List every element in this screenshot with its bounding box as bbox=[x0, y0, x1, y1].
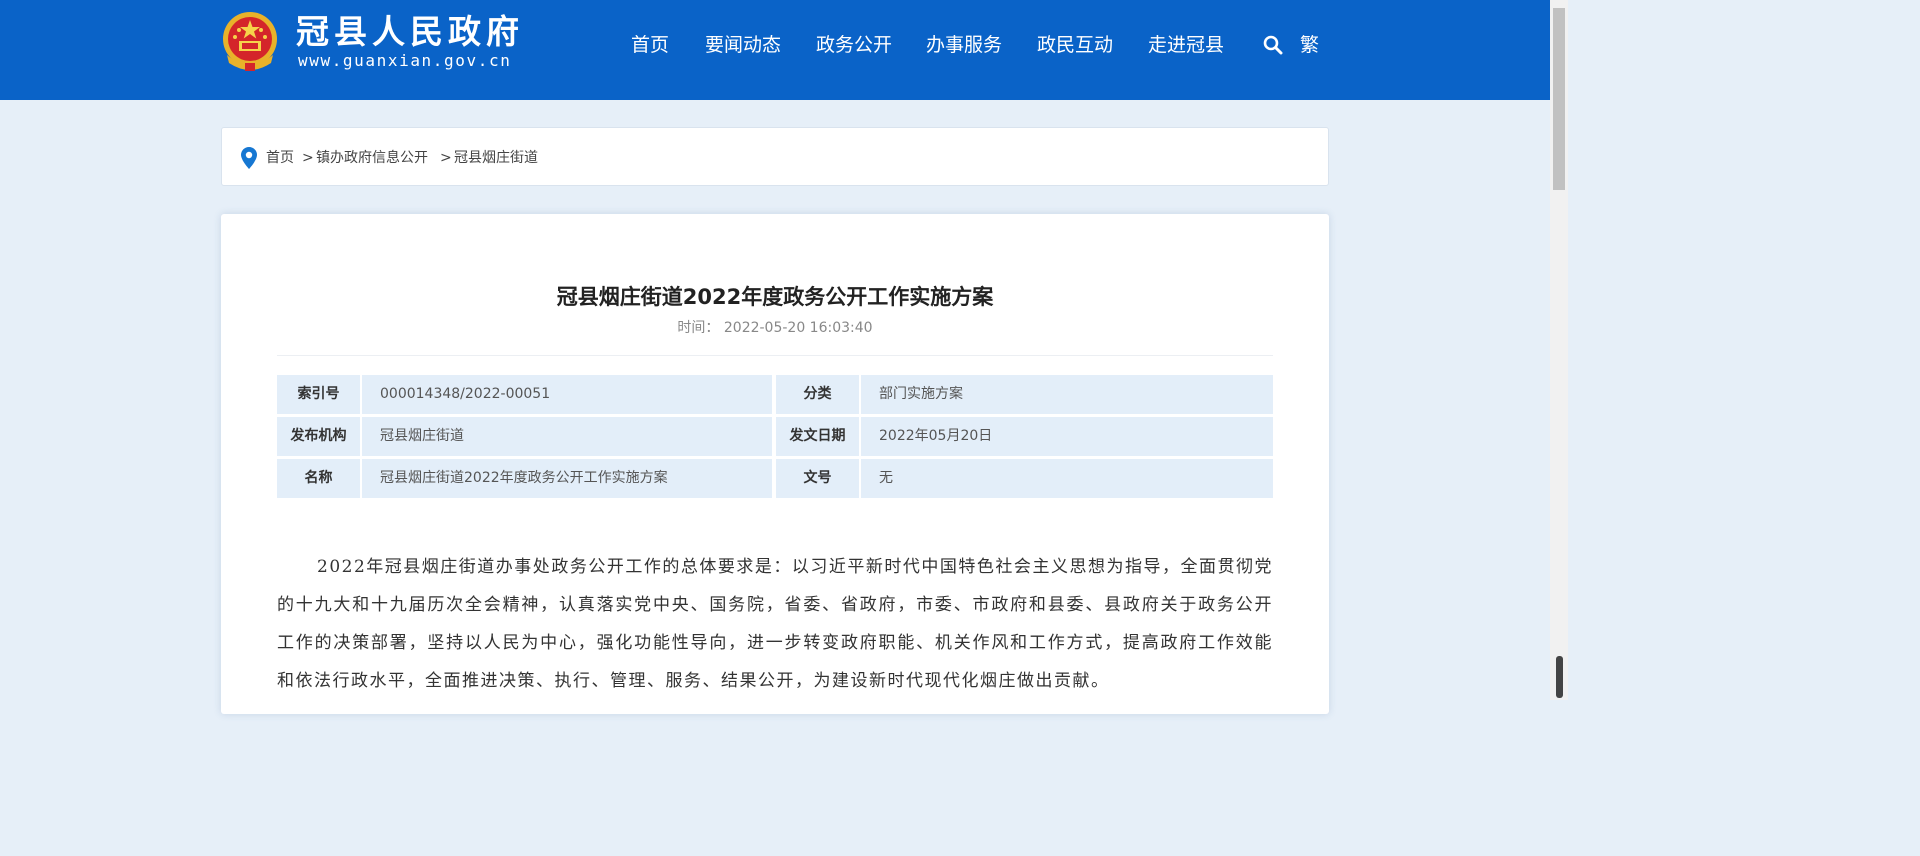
page-scrollbar[interactable] bbox=[1550, 0, 1568, 700]
breadcrumb-township-disclosure[interactable]: 镇办政府信息公开 bbox=[316, 148, 428, 168]
nav-government-affairs[interactable]: 政务公开 bbox=[816, 33, 892, 57]
breadcrumb-separator: > bbox=[440, 150, 452, 166]
site-name[interactable]: 冠县人民政府 bbox=[296, 12, 524, 52]
meta-key: 文号 bbox=[776, 459, 859, 498]
breadcrumb: 首页 > 镇办政府信息公开 > 冠县烟庄街道 bbox=[221, 127, 1329, 186]
meta-value: 2022年05月20日 bbox=[861, 417, 1273, 456]
time-value: 2022-05-20 16:03:40 bbox=[723, 320, 873, 336]
traditional-chinese-toggle[interactable]: 繁 bbox=[1300, 33, 1319, 57]
nav-interaction[interactable]: 政民互动 bbox=[1037, 33, 1113, 57]
location-pin-icon bbox=[241, 147, 257, 169]
meta-value: 冠县烟庄街道 bbox=[362, 417, 772, 456]
meta-key: 发布机构 bbox=[277, 417, 360, 456]
article-title: 冠县烟庄街道2022年度政务公开工作实施方案 bbox=[556, 285, 994, 309]
breadcrumb-current[interactable]: 冠县烟庄街道 bbox=[454, 148, 538, 168]
meta-key: 发文日期 bbox=[776, 417, 859, 456]
meta-key: 索引号 bbox=[277, 375, 360, 414]
meta-key: 名称 bbox=[277, 459, 360, 498]
nav-news[interactable]: 要闻动态 bbox=[705, 33, 781, 57]
meta-value: 000014348/2022-00051 bbox=[362, 375, 772, 414]
nav-home[interactable]: 首页 bbox=[631, 33, 669, 57]
title-divider bbox=[277, 355, 1273, 356]
breadcrumb-home[interactable]: 首页 bbox=[266, 148, 294, 168]
nav-about[interactable]: 走进冠县 bbox=[1148, 33, 1224, 57]
time-label: 时间： bbox=[677, 320, 720, 336]
meta-key: 分类 bbox=[776, 375, 859, 414]
search-icon[interactable] bbox=[1263, 35, 1283, 55]
metadata-row: 名称 冠县烟庄街道2022年度政务公开工作实施方案 文号 无 bbox=[277, 459, 1273, 498]
scrollbar-marker bbox=[1556, 656, 1563, 698]
breadcrumb-separator: > bbox=[302, 150, 314, 166]
article-body: 2022年冠县烟庄街道办事处政务公开工作的总体要求是：以习近平新时代中国特色社会… bbox=[277, 557, 1273, 691]
national-emblem-icon[interactable] bbox=[221, 11, 279, 75]
meta-value: 冠县烟庄街道2022年度政务公开工作实施方案 bbox=[362, 459, 772, 498]
article-time: 时间： 2022-05-20 16:03:40 bbox=[221, 318, 1329, 338]
article-card: 冠县烟庄街道2022年度政务公开工作实施方案 时间： 2022-05-20 16… bbox=[221, 214, 1329, 714]
site-url: www.guanxian.gov.cn bbox=[298, 51, 512, 70]
scrollbar-thumb[interactable] bbox=[1553, 8, 1565, 190]
metadata-row: 发布机构 冠县烟庄街道 发文日期 2022年05月20日 bbox=[277, 417, 1273, 456]
metadata-row: 索引号 000014348/2022-00051 分类 部门实施方案 bbox=[277, 375, 1273, 414]
site-header: 冠县人民政府 www.guanxian.gov.cn 首页 要闻动态 政务公开 … bbox=[0, 0, 1550, 100]
meta-value: 部门实施方案 bbox=[861, 375, 1273, 414]
meta-value: 无 bbox=[861, 459, 1273, 498]
nav-services[interactable]: 办事服务 bbox=[926, 33, 1002, 57]
